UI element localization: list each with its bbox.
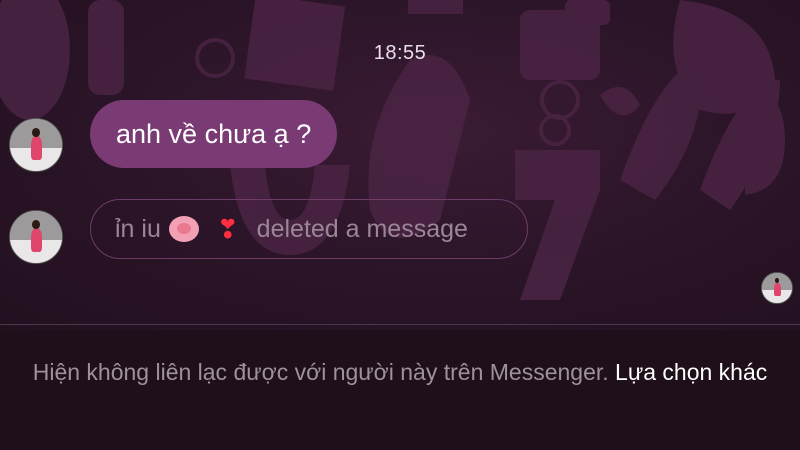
heart-exclamation-emoji-icon: ❣ [216, 213, 239, 244]
divider [0, 324, 800, 325]
other-options-link[interactable]: Lựa chọn khác [615, 359, 767, 385]
avatar-person [30, 135, 43, 160]
unavailable-notice: Hiện không liên lạc được với người này t… [20, 356, 780, 388]
avatar[interactable] [9, 210, 63, 264]
avatar-person [30, 227, 43, 252]
notice-text: Hiện không liên lạc được với người này t… [32, 359, 609, 385]
message-bubble[interactable]: anh về chưa ạ ? [90, 100, 338, 168]
avatar-person [774, 282, 781, 297]
deleted-message-bubble[interactable]: ỉn iu ❣ deleted a message [90, 199, 528, 259]
message-timestamp: 18:55 [373, 42, 427, 64]
pig-face-emoji-icon [168, 216, 199, 242]
sender-nickname: ỉn iu [115, 214, 161, 243]
deleted-message-text: deleted a message [256, 214, 468, 243]
read-receipt-avatar-icon [761, 272, 793, 304]
avatar[interactable] [9, 118, 63, 172]
